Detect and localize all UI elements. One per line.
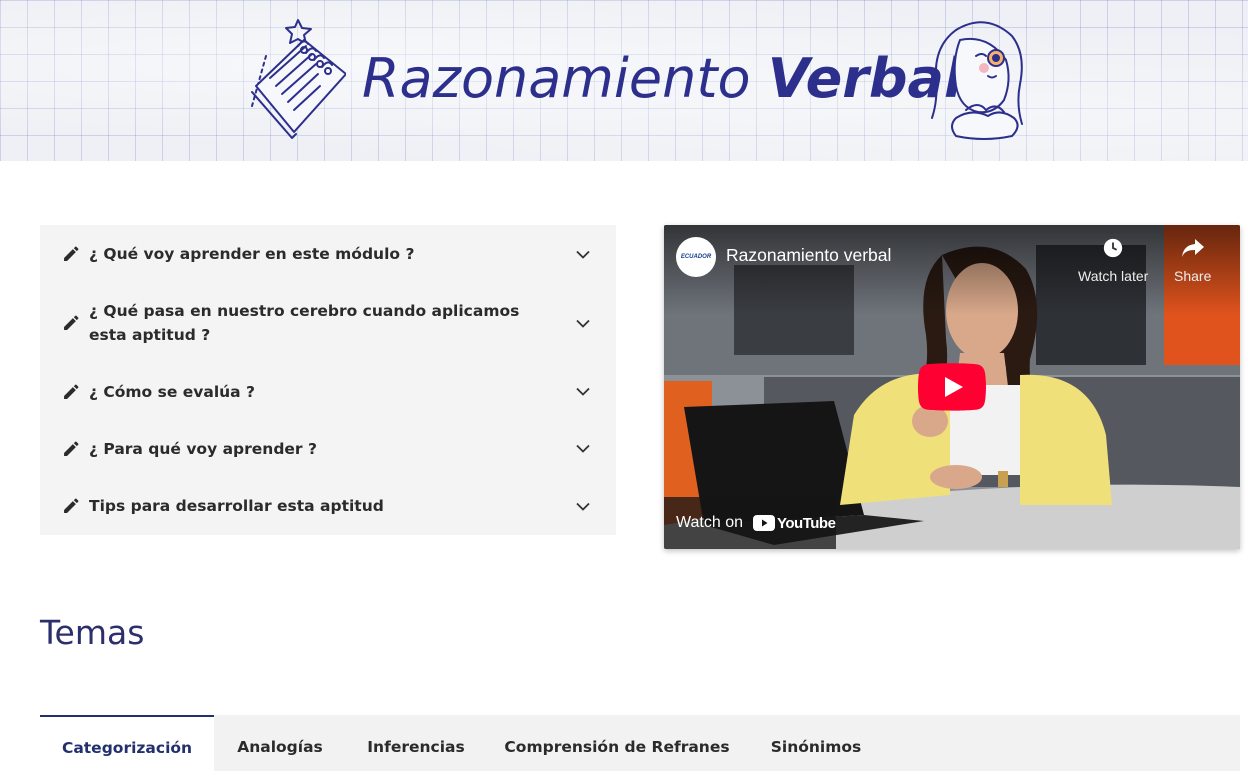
girl-illustration — [931, 21, 1023, 140]
tab-inferencias[interactable]: Inferencias — [346, 715, 486, 771]
accordion-item-como-se-evalua[interactable]: ¿ Cómo se evalúa ? — [40, 363, 616, 420]
accordion-item-label: ¿ Para qué voy aprender ? — [89, 440, 317, 458]
tab-analogias[interactable]: Analogías — [214, 715, 346, 771]
chevron-down-icon[interactable] — [576, 319, 590, 328]
accordion-item-para-que[interactable]: ¿ Para qué voy aprender ? — [40, 420, 616, 477]
title-light-text: Razonamiento — [362, 47, 768, 110]
page-title: Razonamiento Verbal — [362, 44, 962, 114]
tab-categorizacion[interactable]: Categorización — [40, 715, 214, 771]
play-button-icon[interactable] — [918, 363, 986, 411]
section-heading: Temas — [40, 613, 145, 652]
accordion-item-que-voy-aprender[interactable]: ¿ Qué voy aprender en este módulo ? — [40, 225, 616, 283]
share-button[interactable]: Share — [1174, 237, 1211, 284]
accordion-item-label: ¿ Qué pasa en nuestro cerebro cuando apl… — [89, 302, 520, 344]
tab-comprension-de-refranes[interactable]: Comprensión de Refranes — [486, 715, 748, 771]
channel-avatar[interactable]: ECUADOR — [676, 237, 716, 277]
tab-sinonimos[interactable]: Sinónimos — [748, 715, 884, 771]
accordion-item-label: ¿ Qué voy aprender en este módulo ? — [89, 245, 415, 263]
accordion-item-label: ¿ Cómo se evalúa ? — [89, 383, 256, 401]
topic-tabs: Categorización Analogías Inferencias Com… — [40, 715, 1240, 771]
watch-on-youtube-button[interactable]: Watch on YouTube — [664, 497, 836, 549]
channel-avatar-text: ECUADOR — [680, 254, 712, 260]
youtube-play-icon — [753, 515, 775, 531]
watch-later-label: Watch later — [1078, 268, 1149, 284]
notepad-illustration — [251, 19, 346, 139]
chevron-down-icon[interactable] — [576, 387, 590, 396]
youtube-logo: YouTube — [753, 514, 836, 532]
pencil-icon — [64, 315, 79, 330]
header-banner: Razonamiento Verbal — [0, 0, 1248, 161]
info-accordion: ¿ Qué voy aprender en este módulo ? ¿ Qu… — [40, 225, 616, 535]
watch-later-button[interactable]: Watch later — [1078, 237, 1148, 284]
share-label: Share — [1174, 268, 1212, 284]
chevron-down-icon[interactable] — [576, 502, 590, 511]
pencil-icon — [64, 246, 79, 261]
pencil-icon — [64, 384, 79, 399]
video-embed[interactable]: ECUADOR Razonamiento verbal Watch later … — [664, 225, 1240, 549]
pencil-icon — [64, 498, 79, 513]
chevron-down-icon[interactable] — [576, 250, 590, 259]
accordion-item-tips[interactable]: Tips para desarrollar esta aptitud — [40, 477, 616, 535]
video-title-link[interactable]: Razonamiento verbal — [726, 245, 891, 266]
accordion-item-label: Tips para desarrollar esta aptitud — [89, 497, 384, 515]
accordion-item-cerebro[interactable]: ¿ Qué pasa en nuestro cerebro cuando apl… — [40, 283, 616, 363]
share-arrow-icon — [1181, 239, 1204, 257]
watch-on-label: Watch on — [676, 514, 743, 531]
clock-icon — [1103, 238, 1123, 258]
video-top-overlay — [664, 225, 1240, 315]
chevron-down-icon[interactable] — [576, 444, 590, 453]
youtube-wordmark: YouTube — [777, 514, 836, 532]
pencil-icon — [64, 441, 79, 456]
